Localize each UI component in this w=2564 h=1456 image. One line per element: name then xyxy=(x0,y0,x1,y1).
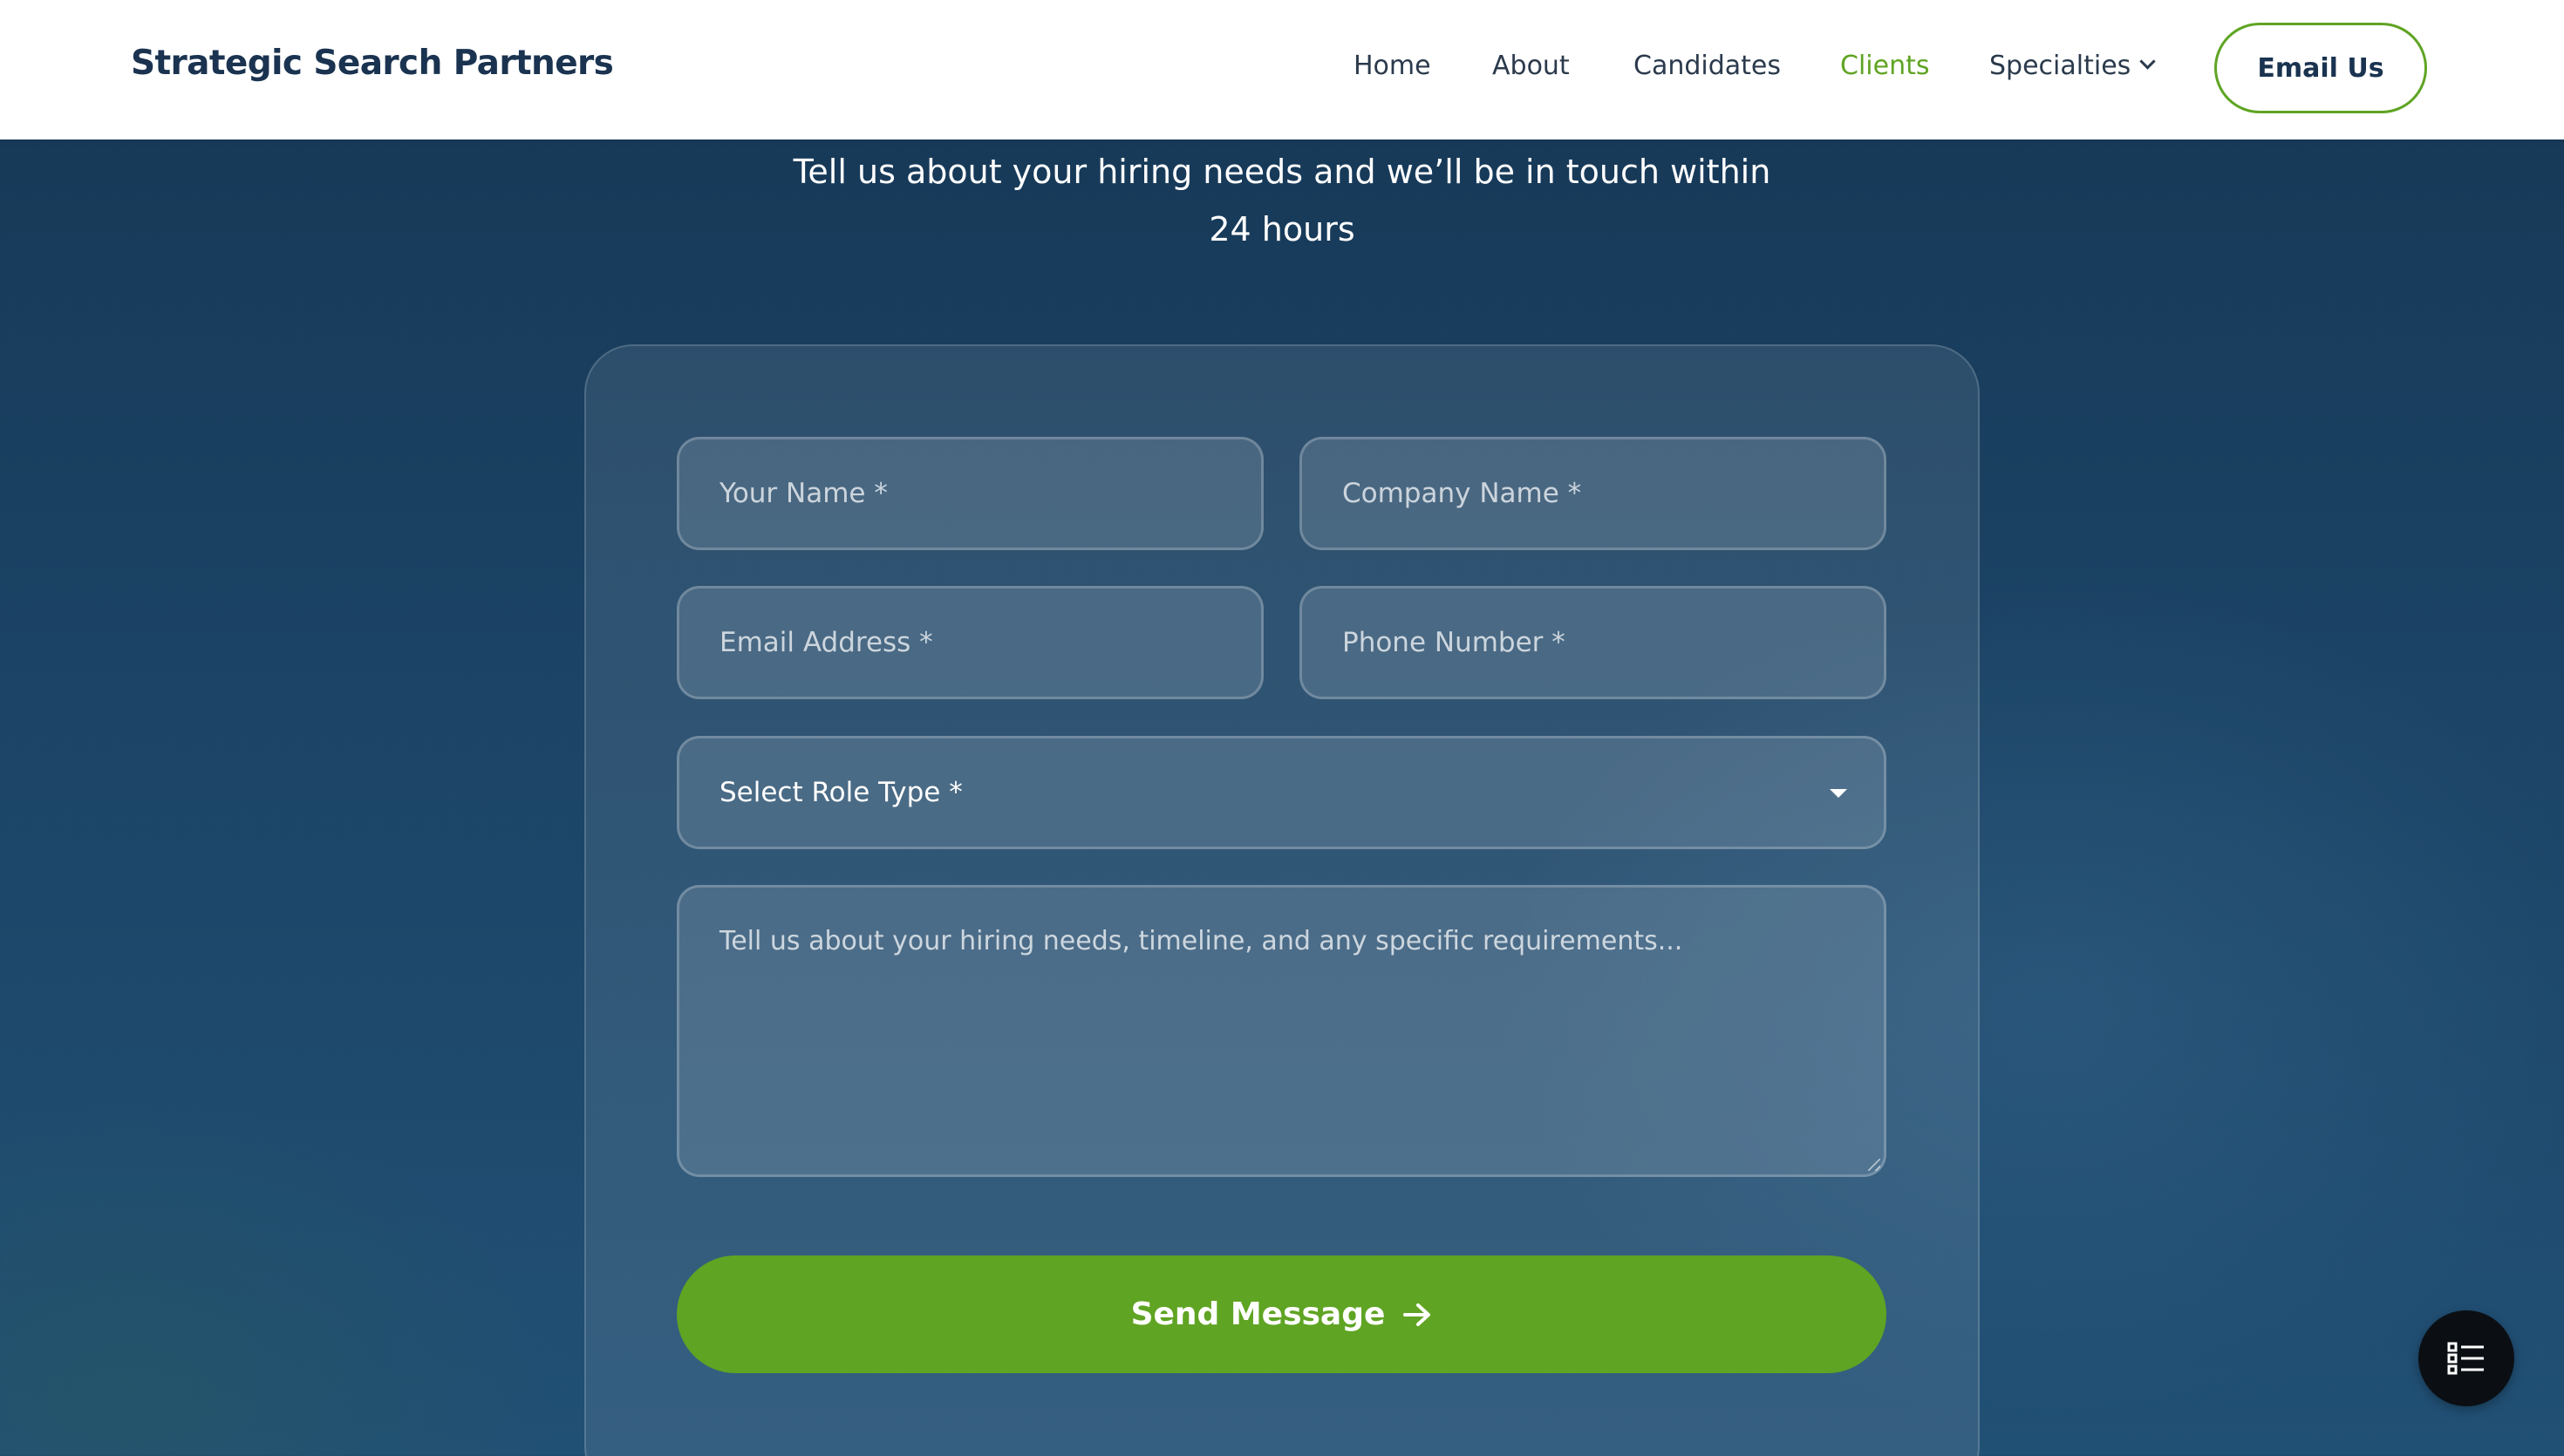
hero-subtitle-line-1: Tell us about your hiring needs and we’l… xyxy=(793,153,1771,191)
your-name-field[interactable]: Your Name * xyxy=(677,437,1264,550)
send-message-label: Send Message xyxy=(1130,1296,1386,1332)
caret-down-icon xyxy=(1830,789,1847,798)
nav-item-about[interactable]: About xyxy=(1492,51,1570,81)
resize-handle[interactable] xyxy=(1868,1159,1880,1171)
list-icon xyxy=(2447,1342,2484,1375)
nav-item-specialties-label: Specialties xyxy=(1989,51,2131,81)
hero-subtitle-line-2: 24 hours xyxy=(1209,210,1355,248)
nav-item-home[interactable]: Home xyxy=(1354,51,1431,81)
message-textarea[interactable]: Tell us about your hiring needs, timelin… xyxy=(677,885,1886,1177)
chevron-down-icon xyxy=(2139,53,2156,70)
email-address-field[interactable]: Email Address * xyxy=(677,586,1264,699)
arrow-right-icon xyxy=(1403,1303,1431,1326)
hero-subtitle: Tell us about your hiring needs and we’l… xyxy=(759,143,1805,258)
nav-item-clients[interactable]: Clients xyxy=(1840,51,1929,81)
role-type-select[interactable]: Select Role Type * xyxy=(677,736,1886,849)
nav-item-candidates[interactable]: Candidates xyxy=(1633,51,1781,81)
email-us-button[interactable]: Email Us xyxy=(2214,23,2427,113)
nav-item-specialties[interactable]: Specialties xyxy=(1989,51,2156,81)
role-type-select-value: Select Role Type * xyxy=(719,777,963,808)
send-message-button[interactable]: Send Message xyxy=(677,1255,1886,1373)
site-header: Strategic Search Partners Home About Can… xyxy=(0,0,2564,139)
message-placeholder: Tell us about your hiring needs, timelin… xyxy=(719,926,1683,956)
phone-number-field[interactable]: Phone Number * xyxy=(1299,586,1886,699)
company-name-field[interactable]: Company Name * xyxy=(1299,437,1886,550)
menu-fab-button[interactable] xyxy=(2418,1310,2514,1406)
site-logo[interactable]: Strategic Search Partners xyxy=(131,44,614,83)
